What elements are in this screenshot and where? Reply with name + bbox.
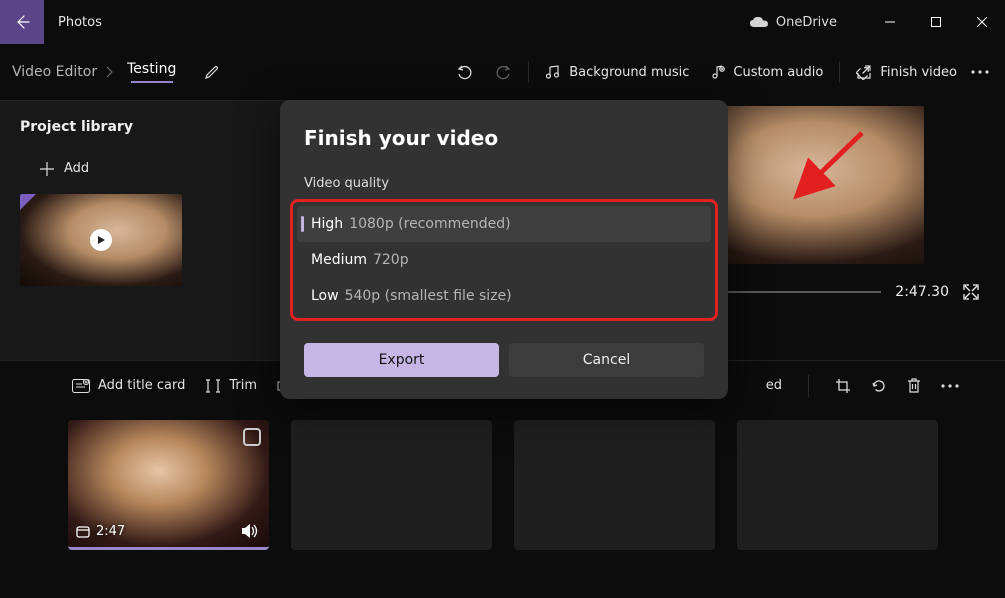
quality-detail: 540p (smallest file size) [345, 288, 512, 304]
title-card-icon [72, 379, 90, 393]
library-title: Project library [20, 119, 133, 135]
custom-audio-button[interactable]: Custom audio [699, 58, 833, 86]
quality-detail: 1080p (recommended) [349, 216, 510, 232]
crop-button[interactable] [835, 378, 851, 394]
trim-icon [205, 378, 221, 394]
background-music-button[interactable]: Background music [535, 58, 699, 86]
add-title-card-label: Add title card [98, 378, 185, 393]
clip-slot-empty[interactable] [514, 420, 715, 550]
library-thumbnail[interactable] [20, 194, 182, 286]
storyline: 2:47 [0, 410, 1005, 598]
dialog-subtitle: Video quality [304, 176, 704, 191]
rename-button[interactable] [194, 58, 230, 86]
chevron-right-icon [101, 66, 119, 78]
add-title-card-button[interactable]: Add title card [72, 378, 185, 393]
playhead-time: 2:47.30 [895, 284, 949, 300]
redo-button[interactable] [484, 57, 522, 87]
quality-name: Medium [311, 252, 367, 268]
fullscreen-icon [963, 284, 979, 300]
duration-icon [76, 525, 90, 539]
export-button[interactable]: Export [304, 343, 499, 377]
play-overlay-icon [90, 229, 112, 251]
music-icon [545, 64, 561, 80]
finish-video-label: Finish video [880, 65, 957, 80]
onedrive-label: OneDrive [776, 15, 837, 30]
clip-slot-empty[interactable] [291, 420, 492, 550]
rotate-button[interactable] [871, 378, 887, 394]
dog-ear-icon [20, 194, 36, 210]
arrow-left-icon [14, 14, 30, 30]
minimize-icon [885, 17, 895, 27]
trim-button[interactable]: Trim [205, 378, 257, 394]
trim-label: Trim [229, 378, 257, 393]
speed-label-partial: ed [766, 378, 782, 393]
clip-more-button[interactable] [941, 384, 959, 388]
fullscreen-button[interactable] [963, 284, 979, 300]
delete-button[interactable] [907, 378, 921, 394]
clip-slot-empty[interactable] [737, 420, 938, 550]
undo-icon [456, 63, 474, 81]
onedrive-status[interactable]: OneDrive [750, 15, 837, 30]
close-button[interactable] [959, 0, 1005, 44]
quality-option-low[interactable]: Low 540p (smallest file size) [297, 278, 711, 314]
finish-video-button[interactable]: Finish video [846, 58, 967, 86]
close-icon [977, 17, 987, 27]
clip-duration: 2:47 [96, 524, 125, 539]
breadcrumb-root[interactable]: Video Editor [12, 64, 97, 80]
cancel-button[interactable]: Cancel [509, 343, 704, 377]
custom-audio-icon [709, 64, 725, 80]
custom-audio-label: Custom audio [733, 65, 823, 80]
quality-detail: 720p [373, 252, 409, 268]
clip-1[interactable]: 2:47 [68, 420, 269, 550]
titlebar: Photos OneDrive [0, 0, 1005, 44]
more-button[interactable] [967, 64, 993, 80]
project-name: Testing [127, 61, 176, 77]
quality-options-list: High 1080p (recommended) Medium 720p Low… [290, 199, 718, 321]
export-label: Export [379, 352, 425, 368]
app-title: Photos [58, 15, 102, 30]
cancel-label: Cancel [583, 352, 630, 368]
dialog-title: Finish your video [304, 126, 704, 150]
quality-option-high[interactable]: High 1080p (recommended) [297, 206, 711, 242]
quality-option-medium[interactable]: Medium 720p [297, 242, 711, 278]
add-label: Add [64, 161, 89, 176]
content: Project library Add [0, 100, 1005, 598]
window-controls [867, 0, 1005, 44]
ellipsis-icon [941, 384, 959, 388]
clip-volume-button[interactable] [241, 523, 259, 539]
minimize-button[interactable] [867, 0, 913, 44]
background-music-label: Background music [569, 65, 689, 80]
ellipsis-icon [971, 70, 989, 74]
maximize-icon [931, 17, 941, 27]
export-icon [856, 64, 872, 80]
clip-duration-badge: 2:47 [76, 524, 125, 539]
rotate-icon [871, 378, 887, 394]
toolbar: Video Editor Testing Background music [0, 44, 1005, 100]
plus-icon [40, 162, 54, 176]
maximize-button[interactable] [913, 0, 959, 44]
trash-icon [907, 378, 921, 394]
volume-icon [241, 523, 259, 539]
pencil-icon [204, 64, 220, 80]
redo-icon [494, 63, 512, 81]
back-button[interactable] [0, 0, 44, 44]
undo-button[interactable] [446, 57, 484, 87]
quality-name: Low [311, 288, 339, 304]
quality-name: High [311, 216, 343, 232]
clip-checkbox[interactable] [243, 428, 261, 446]
finish-video-dialog: Finish your video Video quality High 108… [280, 100, 728, 399]
project-name-tab[interactable]: Testing [127, 61, 176, 83]
cloud-icon [750, 16, 768, 28]
crop-icon [835, 378, 851, 394]
